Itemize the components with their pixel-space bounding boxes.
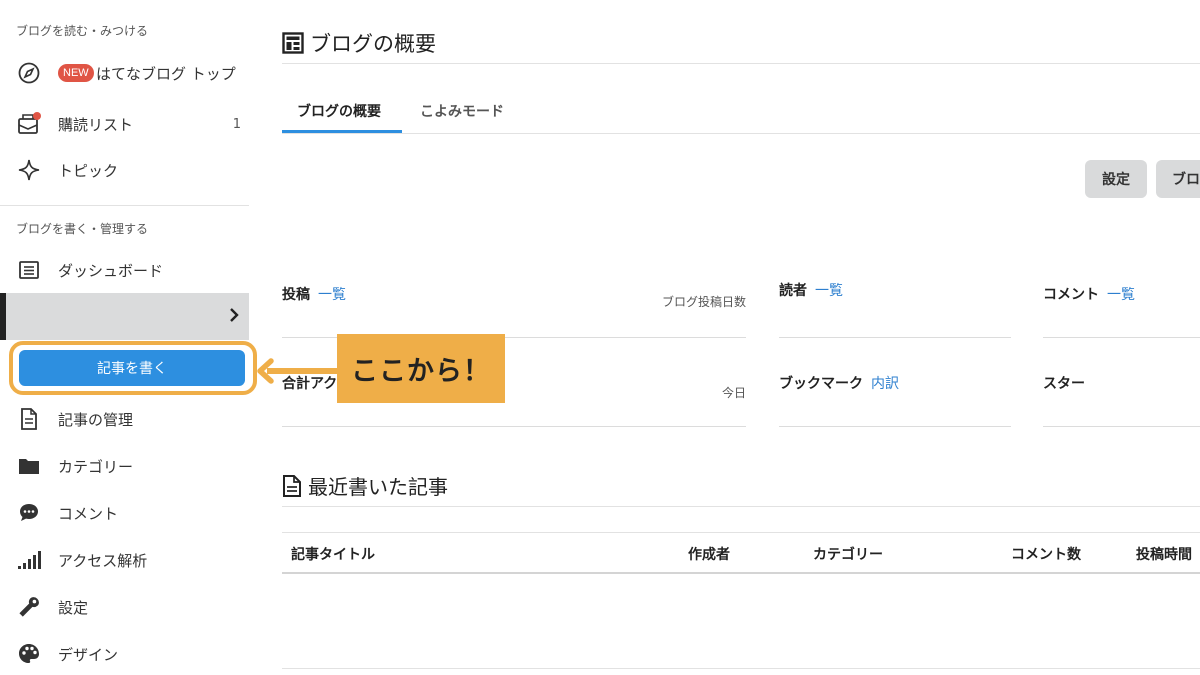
- stat-readers-label: 読者: [779, 283, 807, 299]
- col-header-comments[interactable]: コメント数: [1011, 544, 1081, 564]
- sparkle-icon: [16, 157, 42, 183]
- col-header-title[interactable]: 記事タイトル: [291, 544, 375, 564]
- sidebar-divider: [0, 205, 249, 206]
- sidebar-item-settings[interactable]: 設定: [0, 587, 249, 627]
- wrench-icon: [16, 594, 42, 620]
- recent-articles-title-text: 最近書いた記事: [308, 475, 448, 499]
- col-header-category[interactable]: カテゴリー: [813, 544, 883, 564]
- stat-comments: コメント 一覧: [1043, 284, 1135, 304]
- sidebar-item-label: カテゴリー: [58, 457, 134, 476]
- settings-button[interactable]: 設定: [1085, 160, 1147, 198]
- blog-button[interactable]: ブロ: [1156, 160, 1200, 198]
- posts-list-link[interactable]: 一覧: [318, 287, 346, 303]
- section-write-heading: ブログを書く・管理する: [16, 222, 149, 236]
- speech-bubble-icon: [16, 500, 42, 526]
- stat-divider: [779, 337, 1011, 338]
- subscribe-count: 1: [232, 116, 241, 132]
- stat-divider: [1043, 426, 1200, 427]
- sidebar-item-subscribe[interactable]: 購読リスト 1: [0, 104, 249, 144]
- tabs-divider: [282, 133, 1200, 134]
- sidebar-item-label: ダッシュボード: [58, 261, 164, 280]
- sidebar-item-comment[interactable]: コメント: [0, 493, 249, 533]
- sidebar-item-dashboard[interactable]: ダッシュボード: [0, 250, 249, 290]
- callout-box: ここから！: [337, 334, 505, 403]
- bookmarks-breakdown-link[interactable]: 内訳: [871, 376, 899, 392]
- sidebar-item-label: アクセス解析: [58, 551, 148, 570]
- stat-bookmarks: ブックマーク 内訳: [779, 373, 899, 393]
- dashboard-icon: [16, 257, 42, 283]
- compass-icon: [16, 60, 42, 86]
- readers-list-link[interactable]: 一覧: [815, 283, 843, 299]
- stat-total-sub: 今日: [721, 386, 746, 400]
- stat-posts-sub: ブログ投稿日数: [661, 295, 746, 309]
- folder-icon: [16, 453, 42, 479]
- stat-comments-label: コメント: [1043, 287, 1099, 303]
- section-read-heading: ブログを読む・みつける: [16, 24, 149, 38]
- document-icon: [282, 474, 302, 498]
- new-badge: NEW: [58, 64, 94, 82]
- col-header-posted-time[interactable]: 投稿時間: [1136, 544, 1192, 564]
- title-divider: [282, 63, 1200, 64]
- sidebar-item-hatena-top[interactable]: NEW はてなブログ トップ: [0, 53, 249, 93]
- active-tab-indicator: [282, 130, 402, 133]
- stat-readers: 読者 一覧: [779, 280, 843, 300]
- stat-divider: [1043, 337, 1200, 338]
- write-article-button[interactable]: 記事を書く: [19, 350, 245, 386]
- document-icon: [16, 406, 42, 432]
- mail-reader-icon: [16, 111, 42, 137]
- sidebar-item-label: はてなブログ トップ: [96, 64, 236, 83]
- sidebar-item-access[interactable]: アクセス解析: [0, 540, 249, 580]
- table-top-border: [282, 532, 1200, 533]
- stat-divider: [282, 426, 746, 427]
- stat-divider: [779, 426, 1011, 427]
- stat-bookmarks-label: ブックマーク: [779, 376, 863, 392]
- sidebar-item-label: コメント: [58, 504, 119, 523]
- comments-list-link[interactable]: 一覧: [1107, 287, 1135, 303]
- sidebar-item-label: 購読リスト: [58, 115, 134, 134]
- sidebar-item-label: トピック: [58, 161, 119, 180]
- stat-posts-label: 投稿: [282, 287, 310, 303]
- sidebar-item-manage[interactable]: 記事の管理: [0, 399, 249, 439]
- tab-calendar-mode[interactable]: こよみモード: [420, 101, 504, 121]
- recent-divider: [282, 506, 1200, 507]
- sidebar-item-label: 記事の管理: [58, 410, 134, 429]
- sidebar-item-design[interactable]: デザイン: [0, 634, 249, 674]
- col-header-author[interactable]: 作成者: [688, 544, 730, 564]
- sidebar-item-topic[interactable]: トピック: [0, 150, 249, 190]
- stat-stars: スター: [1043, 376, 1085, 392]
- bar-chart-icon: [16, 547, 42, 573]
- table-header-border: [282, 572, 1200, 574]
- blog-selector[interactable]: [0, 293, 249, 340]
- sidebar-item-label: 設定: [58, 598, 89, 617]
- overview-icon: [282, 32, 304, 54]
- stat-total-access: 合計アク: [282, 376, 338, 392]
- stat-posts: 投稿 一覧: [282, 284, 346, 304]
- write-button-highlight: 記事を書く: [9, 341, 257, 395]
- palette-icon: [16, 641, 42, 667]
- tab-overview[interactable]: ブログの概要: [297, 101, 381, 121]
- page-title-text: ブログの概要: [310, 32, 436, 56]
- sidebar: ブログを読む・みつける NEW はてなブログ トップ 購読リスト 1 トピック …: [0, 0, 257, 675]
- table-bottom-border: [282, 668, 1200, 669]
- sidebar-item-category[interactable]: カテゴリー: [0, 446, 249, 486]
- recent-articles-title: 最近書いた記事: [282, 471, 448, 500]
- page-title: ブログの概要: [282, 28, 436, 58]
- chevron-right-icon: [227, 306, 241, 328]
- sidebar-item-label: デザイン: [58, 645, 119, 664]
